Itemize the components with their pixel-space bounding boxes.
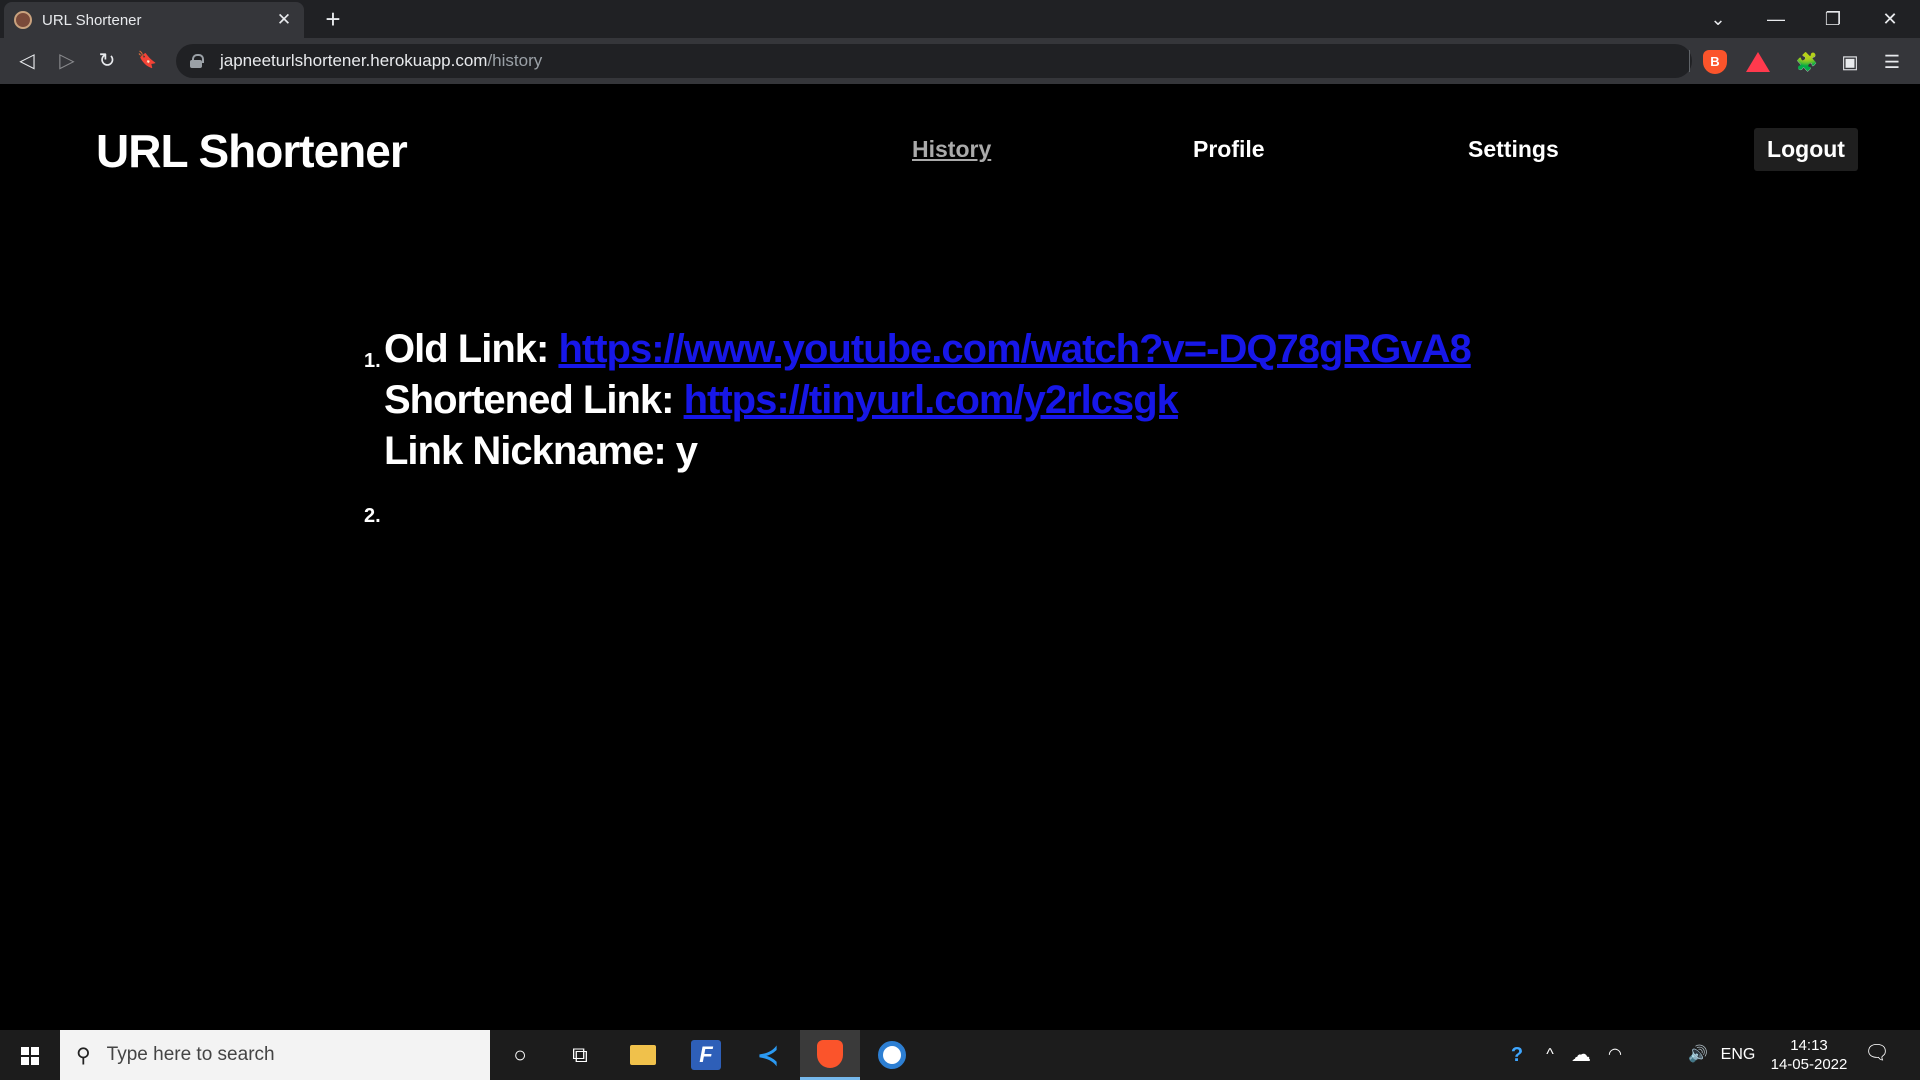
forward-button[interactable]: ▷: [52, 47, 82, 75]
nickname-value: y: [675, 429, 698, 473]
clock-date: 14-05-2022: [1770, 1056, 1848, 1073]
tab-title: URL Shortener: [42, 11, 142, 29]
old-link-label: Old Link:: [384, 327, 549, 371]
browser-menu-icon[interactable]: ☰: [1880, 50, 1904, 74]
onedrive-cloud-icon[interactable]: ☁: [1566, 1030, 1596, 1080]
brave-shields-icon[interactable]: B: [1703, 50, 1727, 74]
clock[interactable]: 14:13 14-05-2022: [1760, 1036, 1858, 1074]
notifications-icon[interactable]: 🗨: [1862, 1040, 1892, 1070]
wifi-icon[interactable]: ◠: [1600, 1030, 1630, 1080]
search-placeholder: Type here to search: [106, 1044, 275, 1065]
wallet-icon[interactable]: ▣: [1838, 50, 1862, 74]
search-icon: ⚲: [76, 1044, 91, 1067]
history-list: 1. Old Link: https://www.youtube.com/wat…: [364, 324, 1564, 559]
address-bar[interactable]: japneeturlshortener.herokuapp.com /histo…: [176, 44, 1692, 78]
vscode-glyph: ≺: [757, 1040, 779, 1070]
windows-taskbar: ⚲ Type here to search ○ ⧉ F ≺ ? ^ ☁ ◠ 🔊 …: [0, 1030, 1920, 1080]
old-link-row: Old Link: https://www.youtube.com/watch?…: [384, 324, 1564, 375]
toolbar-divider: [1689, 50, 1690, 72]
browser-tab-bar: URL Shortener ✕ + ⌄ — ❐ ✕: [0, 0, 1920, 38]
nickname-row: Link Nickname: y: [384, 426, 1564, 477]
history-entry: 2.: [364, 503, 1564, 533]
brave-rewards-icon[interactable]: [1746, 52, 1770, 72]
nickname-label: Link Nickname:: [384, 429, 667, 473]
task-view-icon[interactable]: ⧉: [550, 1030, 610, 1080]
history-entry: 1. Old Link: https://www.youtube.com/wat…: [364, 324, 1564, 477]
extensions-puzzle-icon[interactable]: 🧩: [1795, 50, 1819, 74]
browser-tab[interactable]: URL Shortener ✕: [4, 2, 304, 38]
restore-button[interactable]: ❐: [1805, 0, 1861, 38]
entry-number: 2.: [364, 505, 381, 527]
shortened-link-url[interactable]: https://tinyurl.com/y2rlcsgk: [684, 378, 1179, 422]
reload-button[interactable]: ↻: [92, 47, 122, 75]
start-button[interactable]: [0, 1030, 60, 1080]
nav-profile-link[interactable]: Profile: [1193, 136, 1265, 163]
favicon-icon: [14, 11, 32, 29]
language-indicator[interactable]: ENG: [1718, 1030, 1758, 1080]
brave-browser-icon[interactable]: [800, 1030, 860, 1080]
tab-close-icon[interactable]: ✕: [274, 10, 294, 30]
tray-chevron-icon[interactable]: ^: [1538, 1030, 1562, 1080]
nav-settings-link[interactable]: Settings: [1468, 136, 1559, 163]
minimize-button[interactable]: —: [1748, 0, 1804, 38]
url-path: /history: [487, 51, 543, 70]
url-host: japneeturlshortener.herokuapp.com: [220, 51, 488, 70]
nav-history-link[interactable]: History: [912, 136, 991, 163]
taskbar-search-box[interactable]: ⚲ Type here to search: [60, 1030, 490, 1080]
clock-time: 14:13: [1790, 1037, 1828, 1054]
close-window-button[interactable]: ✕: [1862, 0, 1918, 38]
windows-logo-icon: [21, 1047, 39, 1065]
bookmark-icon[interactable]: 🔖: [132, 47, 162, 75]
tab-search-dropdown-icon[interactable]: ⌄: [1690, 0, 1746, 38]
file-explorer-icon[interactable]: [613, 1030, 673, 1080]
new-tab-button[interactable]: +: [318, 4, 348, 34]
vscode-icon[interactable]: ≺: [738, 1030, 798, 1080]
help-icon[interactable]: ?: [1502, 1030, 1532, 1080]
old-link-url[interactable]: https://www.youtube.com/watch?v=-DQ78gRG…: [558, 327, 1471, 371]
cortana-icon[interactable]: ○: [490, 1030, 550, 1080]
lock-icon: [190, 54, 204, 68]
back-button[interactable]: ◁: [12, 47, 42, 75]
shortened-link-label: Shortened Link:: [384, 378, 674, 422]
shortened-link-row: Shortened Link: https://tinyurl.com/y2rl…: [384, 375, 1564, 426]
feedback-letter: F: [691, 1040, 721, 1070]
feedback-app-icon[interactable]: F: [676, 1030, 736, 1080]
logout-button[interactable]: Logout: [1754, 128, 1858, 171]
site-logo[interactable]: URL Shortener: [96, 124, 408, 178]
entry-number: 1.: [364, 350, 381, 372]
app-circle-icon[interactable]: [862, 1030, 922, 1080]
volume-icon[interactable]: 🔊: [1686, 1030, 1710, 1080]
page-content: URL Shortener History Profile Settings L…: [0, 84, 1920, 1030]
browser-toolbar: ◁ ▷ ↻ 🔖 japneeturlshortener.herokuapp.co…: [0, 38, 1920, 84]
